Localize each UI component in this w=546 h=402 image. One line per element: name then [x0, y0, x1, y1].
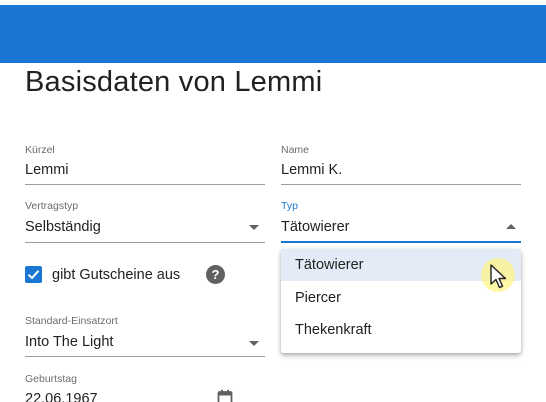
help-circle-icon[interactable]: ? — [206, 265, 225, 284]
vertragstyp-select[interactable]: Vertragstyp Selbständig — [25, 200, 265, 244]
name-field[interactable]: Name Lemmi K. — [281, 144, 521, 186]
vertragstyp-label: Vertragstyp — [25, 200, 79, 212]
name-underline — [281, 184, 521, 185]
typ-select[interactable]: Typ Tätowierer — [281, 200, 521, 244]
einsatzort-select[interactable]: Standard-Einsatzort Into The Light — [25, 315, 265, 358]
geburtstag-input[interactable]: 22.06.1967 — [25, 391, 98, 402]
gutscheine-checkbox[interactable] — [25, 266, 42, 283]
kuerzel-field[interactable]: Kürzel Lemmi — [25, 144, 265, 186]
gutscheine-row: gibt Gutscheine aus ? — [25, 265, 235, 285]
einsatzort-underline — [25, 356, 265, 357]
app-bar — [0, 5, 546, 63]
typ-label: Typ — [281, 200, 298, 212]
dropdown-arrow-icon[interactable] — [249, 341, 259, 346]
name-input[interactable]: Lemmi K. — [281, 162, 342, 178]
geburtstag-field[interactable]: Geburtstag 22.06.1967 — [25, 373, 235, 402]
page-title: Basisdaten von Lemmi — [25, 66, 323, 98]
einsatzort-value[interactable]: Into The Light — [25, 334, 113, 350]
kuerzel-underline — [25, 184, 265, 185]
typ-underline-focused — [281, 241, 521, 243]
vertragstyp-value[interactable]: Selbständig — [25, 219, 101, 235]
einsatzort-label: Standard-Einsatzort — [25, 315, 118, 327]
checkmark-icon — [27, 270, 40, 280]
dropdown-arrow-icon[interactable] — [249, 225, 259, 230]
gutscheine-label[interactable]: gibt Gutscheine aus — [52, 267, 180, 283]
dropdown-arrow-up-icon[interactable] — [506, 224, 516, 229]
vertragstyp-underline — [25, 242, 265, 243]
mouse-pointer-icon — [490, 264, 507, 289]
kuerzel-input[interactable]: Lemmi — [25, 162, 69, 178]
name-label: Name — [281, 144, 310, 156]
typ-option-thekenkraft[interactable]: Thekenkraft — [281, 314, 521, 346]
kuerzel-label: Kürzel — [25, 144, 55, 156]
geburtstag-label: Geburtstag — [25, 373, 77, 385]
calendar-icon[interactable] — [217, 389, 233, 402]
typ-value[interactable]: Tätowierer — [281, 219, 350, 235]
